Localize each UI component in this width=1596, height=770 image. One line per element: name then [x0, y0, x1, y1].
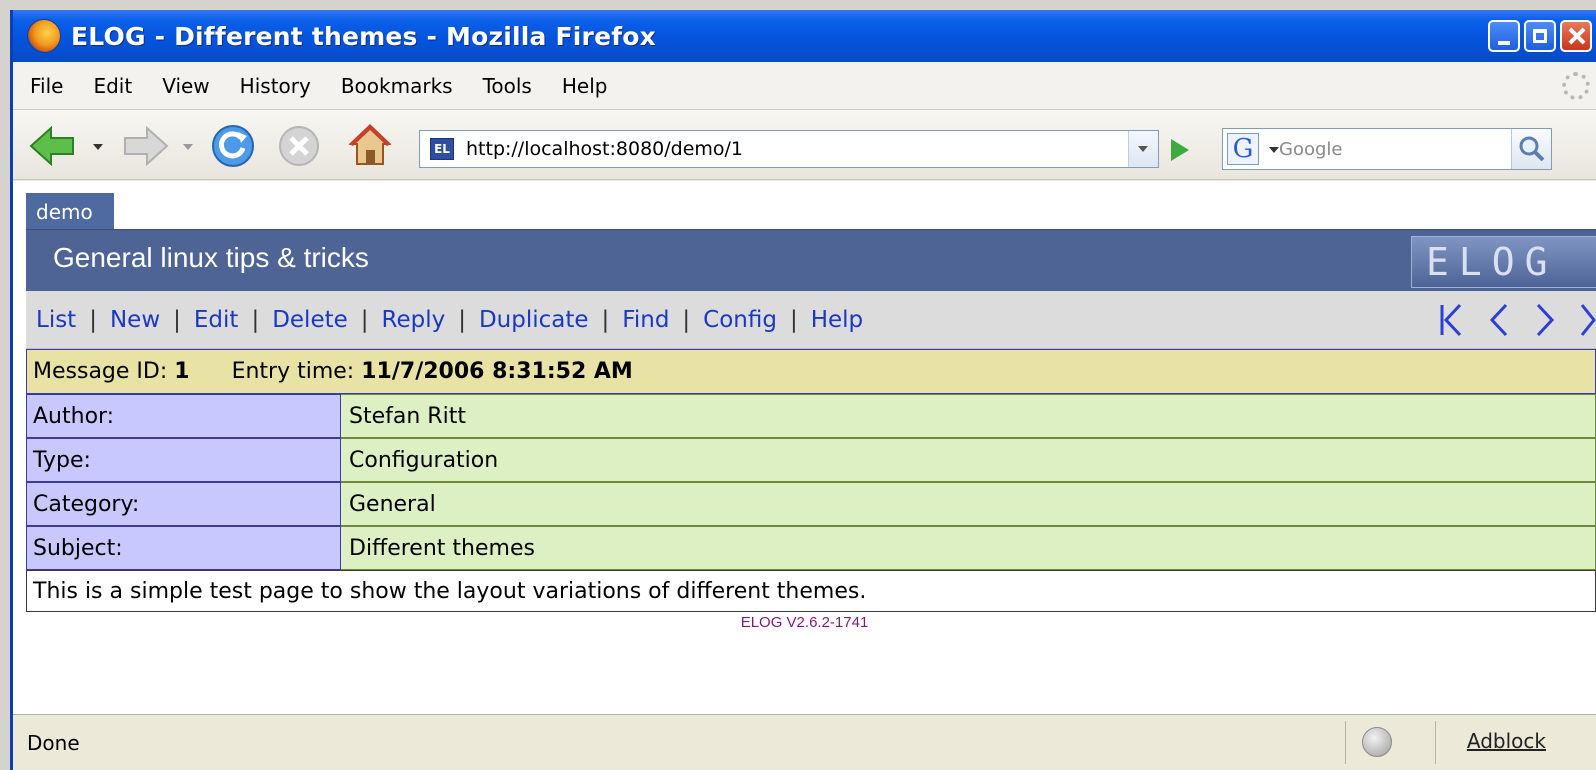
logbook-tab-demo[interactable]: demo: [26, 193, 114, 230]
entry-navigation: [1438, 303, 1596, 337]
separator: |: [251, 306, 260, 333]
attr-name-subject: Subject:: [26, 526, 341, 570]
forward-arrow-icon[interactable]: [121, 126, 169, 166]
go-icon[interactable]: [1171, 139, 1189, 161]
logbook-title: General linux tips & tricks: [53, 242, 369, 273]
entry-time-label: Entry time:: [231, 359, 355, 384]
menu-view[interactable]: View: [147, 74, 224, 98]
cmd-edit[interactable]: Edit: [183, 307, 250, 333]
adblock-link[interactable]: Adblock: [1467, 729, 1546, 753]
site-icon: EL: [430, 138, 454, 160]
separator: |: [682, 306, 691, 333]
elog-version[interactable]: ELOG V2.6.2-1741: [13, 614, 1596, 631]
navigation-toolbar: EL http://localhost:8080/demo/1 G Google: [13, 110, 1596, 180]
table-row: Author: Stefan Ritt: [26, 394, 1596, 438]
back-dropdown-icon[interactable]: [93, 144, 103, 150]
close-button[interactable]: [1560, 20, 1592, 52]
attr-value-type: Configuration: [341, 438, 1596, 482]
window-controls: [1488, 20, 1592, 52]
separator: |: [89, 306, 97, 333]
separator: |: [601, 306, 610, 333]
attr-value-category: General: [341, 482, 1596, 526]
entry-time: 11/7/2006 8:31:52 AM: [361, 359, 633, 384]
message-header: Message ID: 1 Entry time: 11/7/2006 8:31…: [26, 349, 1596, 394]
attr-value-author: Stefan Ritt: [341, 394, 1596, 438]
cmd-delete[interactable]: Delete: [261, 307, 359, 333]
cmd-duplicate[interactable]: Duplicate: [468, 307, 600, 333]
stop-icon[interactable]: [277, 124, 321, 168]
message-id: 1: [174, 359, 190, 384]
menu-bar: File Edit View History Bookmarks Tools H…: [13, 62, 1596, 110]
next-entry-icon[interactable]: [1534, 303, 1556, 337]
cmd-help[interactable]: Help: [800, 307, 874, 333]
table-row: Type: Configuration: [26, 438, 1596, 482]
cmd-new[interactable]: New: [99, 307, 171, 333]
url-bar[interactable]: EL http://localhost:8080/demo/1: [419, 130, 1159, 168]
menu-tools[interactable]: Tools: [468, 74, 547, 98]
reload-icon[interactable]: [211, 124, 255, 168]
cmd-find[interactable]: Find: [611, 307, 680, 333]
back-arrow-icon[interactable]: [29, 126, 77, 166]
table-row: Subject: Different themes: [26, 526, 1596, 570]
attr-name-type: Type:: [26, 438, 341, 482]
table-row: Category: General: [26, 482, 1596, 526]
url-text[interactable]: http://localhost:8080/demo/1: [466, 138, 743, 160]
message-id-label: Message ID:: [33, 359, 168, 384]
menu-file[interactable]: File: [13, 74, 78, 98]
attribute-table: Author: Stefan Ritt Type: Configuration …: [26, 394, 1596, 570]
separator: |: [458, 306, 466, 333]
title-bar: ELOG - Different themes - Mozilla Firefo…: [13, 10, 1596, 62]
google-icon[interactable]: G: [1227, 133, 1259, 165]
forward-dropdown-icon[interactable]: [183, 144, 193, 150]
throbber-icon: [1562, 72, 1590, 100]
separator: |: [173, 306, 181, 333]
divider: [1345, 721, 1346, 764]
menu-edit[interactable]: Edit: [78, 74, 147, 98]
message-body: This is a simple test page to show the l…: [26, 570, 1596, 612]
cmd-config[interactable]: Config: [692, 307, 788, 333]
firefox-icon: [27, 19, 61, 53]
minimize-button[interactable]: [1488, 20, 1520, 52]
attr-value-subject: Different themes: [341, 526, 1596, 570]
browser-window: ELOG - Different themes - Mozilla Firefo…: [10, 10, 1596, 770]
menu-history[interactable]: History: [225, 74, 326, 98]
separator: |: [360, 306, 369, 333]
menu-bookmarks[interactable]: Bookmarks: [326, 74, 468, 98]
logbook-header: General linux tips & tricks ELOG: [26, 229, 1596, 291]
previous-entry-icon[interactable]: [1488, 303, 1510, 337]
search-placeholder[interactable]: Google: [1279, 139, 1342, 160]
elog-logo[interactable]: ELOG: [1411, 236, 1596, 288]
first-entry-icon[interactable]: [1438, 303, 1464, 337]
search-box[interactable]: G Google: [1222, 128, 1552, 170]
last-entry-icon[interactable]: [1580, 303, 1596, 337]
status-bar: Done Adblock: [13, 714, 1596, 770]
command-menu: List | New | Edit | Delete | Reply | Duplicat…: [26, 291, 1596, 349]
separator: |: [789, 306, 798, 333]
search-icon[interactable]: [1511, 129, 1551, 169]
url-dropdown-icon[interactable]: [1128, 131, 1158, 167]
cmd-reply[interactable]: Reply: [371, 307, 457, 333]
status-text: Done: [27, 730, 80, 755]
attr-name-author: Author:: [26, 394, 341, 438]
page-content: demo General linux tips & tricks ELOG Li…: [13, 181, 1596, 714]
home-icon[interactable]: [347, 122, 393, 168]
search-engine-dropdown-icon[interactable]: [1269, 147, 1279, 153]
status-indicator-icon: [1362, 727, 1392, 757]
window-title: ELOG - Different themes - Mozilla Firefo…: [71, 21, 657, 51]
menu-help[interactable]: Help: [547, 74, 623, 98]
attr-name-category: Category:: [26, 482, 341, 526]
divider: [1435, 721, 1436, 764]
maximize-button[interactable]: [1524, 20, 1556, 52]
cmd-list[interactable]: List: [26, 307, 87, 333]
